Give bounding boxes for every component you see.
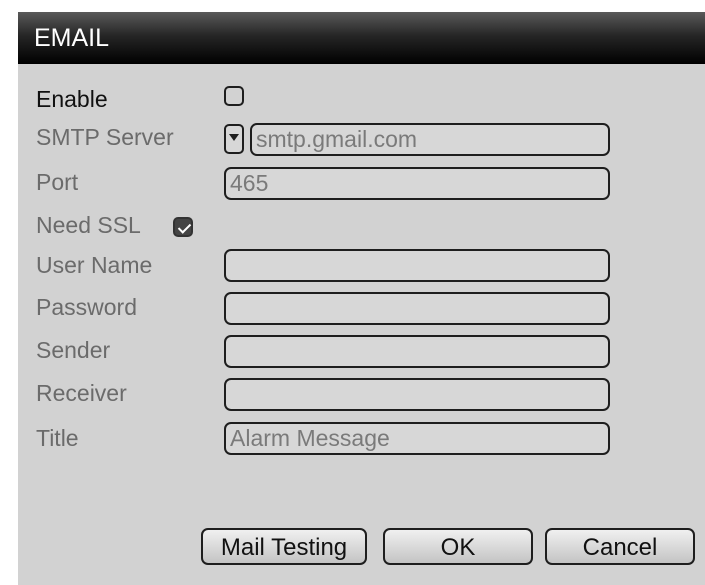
password-field[interactable] [224, 292, 610, 325]
need-ssl-label: Need SSL [36, 212, 141, 238]
receiver-label: Receiver [36, 380, 127, 406]
enable-checkbox[interactable] [224, 86, 244, 106]
mail-testing-button[interactable]: Mail Testing [201, 528, 367, 565]
sender-label: Sender [36, 337, 111, 363]
chevron-down-icon [229, 134, 239, 141]
password-label: Password [36, 294, 137, 320]
smtp-server-dropdown-button[interactable] [224, 124, 244, 154]
enable-label: Enable [36, 86, 108, 112]
title-bar: EMAIL [18, 12, 705, 64]
email-dialog: EMAIL Enable SMTP Server smtp.gmail.com … [18, 12, 705, 585]
user-name-label: User Name [36, 252, 153, 278]
receiver-field[interactable] [224, 378, 610, 411]
dialog-title: EMAIL [34, 24, 110, 52]
need-ssl-checkbox[interactable] [173, 217, 193, 237]
title-label: Title [36, 425, 79, 451]
cancel-button[interactable]: Cancel [545, 528, 695, 565]
smtp-server-label: SMTP Server [36, 124, 174, 150]
smtp-server-field[interactable]: smtp.gmail.com [250, 123, 610, 156]
sender-field[interactable] [224, 335, 610, 368]
user-name-field[interactable] [224, 249, 610, 282]
port-label: Port [36, 169, 79, 195]
title-field[interactable]: Alarm Message [224, 422, 610, 455]
ok-button[interactable]: OK [383, 528, 533, 565]
checkmark-icon [177, 220, 192, 234]
port-field[interactable]: 465 [224, 167, 610, 200]
